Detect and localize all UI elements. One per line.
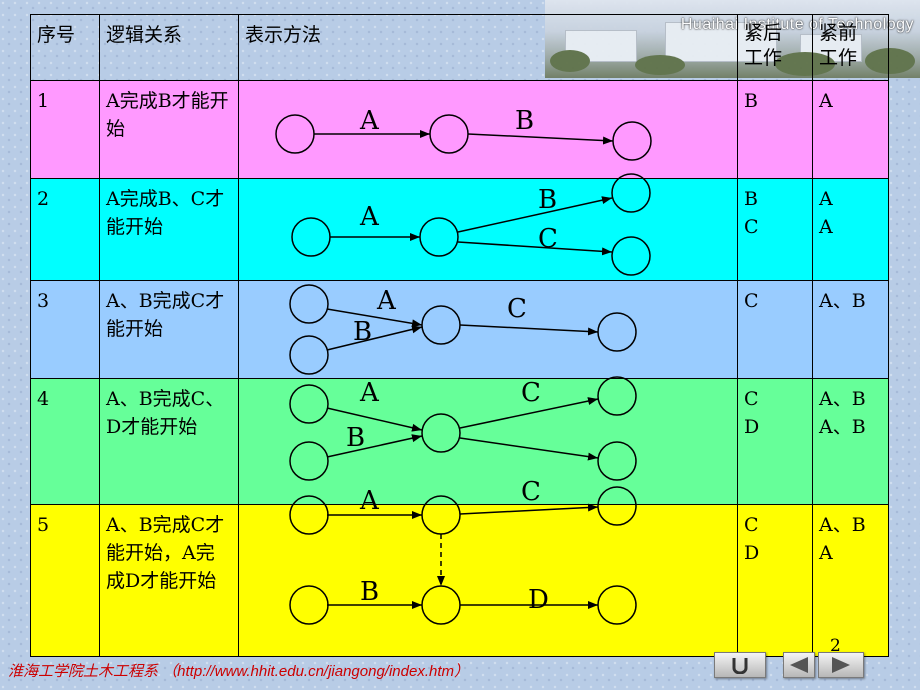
table-row: 4 A、B完成C、D才能开始 C D A、B A、B [30, 378, 889, 505]
cell-predecessor: A、B A [812, 504, 889, 657]
cell-logic: A、B完成C、D才能开始 [99, 378, 239, 505]
cell-logic: A完成B才能开始 [99, 80, 239, 179]
right-triangle-icon [832, 657, 850, 673]
left-triangle-icon [790, 657, 808, 673]
table-row: 1 A完成B才能开始 B A [30, 80, 889, 179]
cell-successor: C D [737, 378, 813, 505]
header-predecessor: 紧前 工作 [812, 14, 889, 81]
cell-method [238, 80, 738, 179]
cell-seq: 1 [30, 80, 100, 179]
cell-seq: 4 [30, 378, 100, 505]
cell-method [238, 178, 738, 281]
cell-predecessor: A、B [812, 280, 889, 379]
header-successor-line2: 工作 [744, 47, 783, 69]
cell-seq: 5 [30, 504, 100, 657]
cell-method [238, 280, 738, 379]
header-seq: 序号 [30, 14, 100, 81]
cell-predecessor: A、B A、B [812, 378, 889, 505]
header-predecessor-line1: 紧前 [819, 22, 858, 44]
cell-method [238, 378, 738, 505]
prev-button[interactable] [783, 652, 815, 678]
cell-logic: A完成B、C才能开始 [99, 178, 239, 281]
return-button[interactable] [714, 652, 766, 678]
table-row: 2 A完成B、C才能开始 B C A A [30, 178, 889, 281]
header-logic: 逻辑关系 [99, 14, 239, 81]
header-successor-line1: 紧后 [744, 22, 783, 44]
cell-logic: A、B完成C才能开始 [99, 280, 239, 379]
return-icon [732, 658, 748, 674]
logic-relation-table: 序号 逻辑关系 表示方法 紧后 工作 紧前 工作 1 A完成B才能开始 B A … [30, 14, 889, 657]
cell-successor: C D [737, 504, 813, 657]
table-header-row: 序号 逻辑关系 表示方法 紧后 工作 紧前 工作 [30, 14, 889, 81]
cell-predecessor: A [812, 80, 889, 179]
header-method: 表示方法 [238, 14, 738, 81]
cell-seq: 2 [30, 178, 100, 281]
cell-method [238, 504, 738, 657]
next-button[interactable] [818, 652, 864, 678]
header-predecessor-line2: 工作 [819, 47, 858, 69]
cell-successor: B C [737, 178, 813, 281]
header-successor: 紧后 工作 [737, 14, 813, 81]
cell-seq: 3 [30, 280, 100, 379]
cell-predecessor: A A [812, 178, 889, 281]
footer-link[interactable]: 淮海工学院土木工程系 （http://www.hhit.edu.cn/jiang… [8, 660, 469, 681]
table-row: 3 A、B完成C才能开始 C A、B [30, 280, 889, 379]
table-row: 5 A、B完成C才能开始，A完成D才能开始 C D A、B A [30, 504, 889, 657]
cell-successor: C [737, 280, 813, 379]
cell-successor: B [737, 80, 813, 179]
cell-logic: A、B完成C才能开始，A完成D才能开始 [99, 504, 239, 657]
